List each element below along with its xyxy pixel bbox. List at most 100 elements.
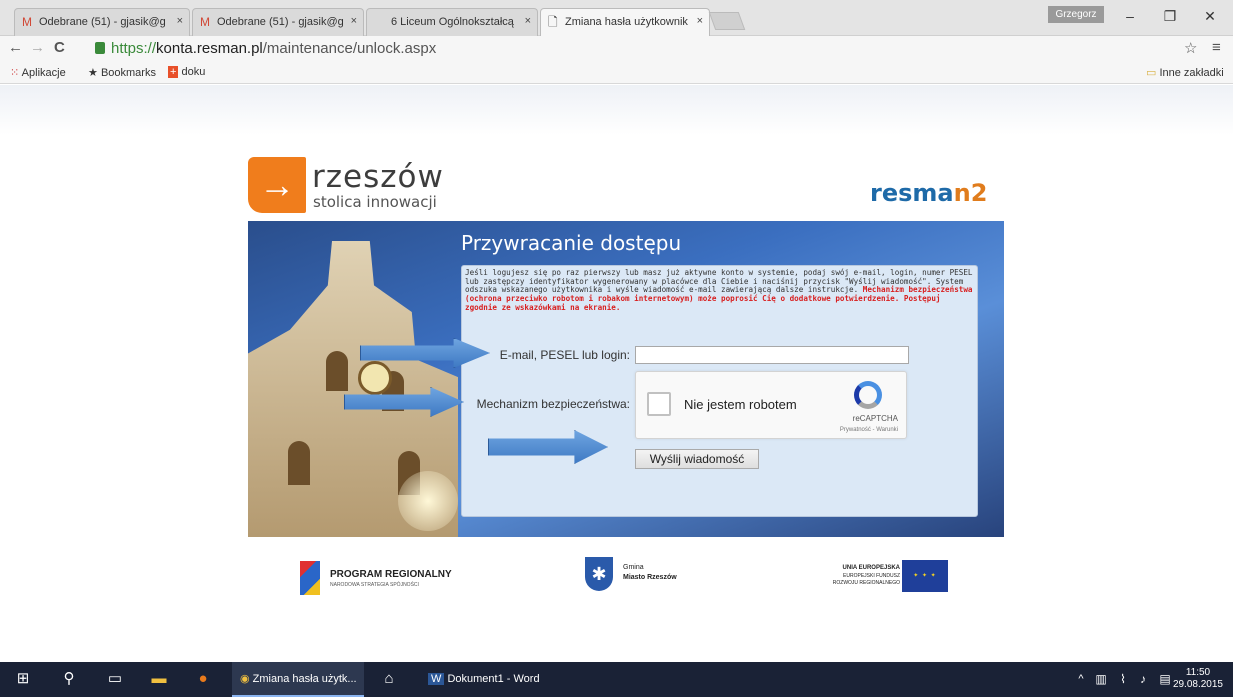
close-icon[interactable]: × [525, 15, 531, 27]
volume-icon[interactable]: ♪ [1134, 670, 1152, 688]
profile-badge[interactable]: Grzegorz [1048, 6, 1104, 23]
tab-liceum[interactable]: 6 Liceum Ogólnokształcą × [366, 8, 538, 36]
close-icon[interactable]: × [177, 15, 183, 27]
eu-flag-icon: ✦ ✦ ✦ [902, 560, 948, 592]
recaptcha-icon [854, 381, 882, 409]
tab-label: Odebrane (51) - gjasik@g [39, 16, 166, 28]
gmina-line1: Gmina [623, 564, 644, 571]
taskbar: ⊞ ⚲ ▭ ▬ ● ◉ Zmiana hasła użytk... ⌂ W Do… [0, 662, 1233, 697]
rzeszow-logo: → rzeszów stolica innowacji [248, 157, 468, 213]
rzeszow-logo-word: rzeszów [312, 159, 444, 195]
forward-icon[interactable]: → [30, 39, 45, 56]
windows-start-icon[interactable]: ⊞ [14, 670, 32, 688]
reload-icon[interactable]: C [54, 39, 65, 56]
eu-line1: UNIA EUROPEJSKA [842, 565, 900, 571]
gmail-icon: M [200, 15, 210, 29]
folder-icon: ▭ [1146, 67, 1157, 79]
taskbar-chrome-window[interactable]: ◉ Zmiana hasła użytk... [232, 662, 364, 697]
tab-label: Odebrane (51) - gjasik@g [217, 16, 344, 28]
browser-toolbar: ← → C https://konta.resman.pl/maintenanc… [0, 36, 1233, 62]
word-icon: W [428, 673, 445, 685]
page-icon: 🗋 [548, 15, 558, 29]
network-icon[interactable]: ▥ [1092, 670, 1110, 688]
clock[interactable]: 11:50 29.08.2015 [1173, 667, 1223, 691]
home-icon[interactable]: ⌂ [380, 670, 398, 688]
program-title: PROGRAM REGIONALNY [330, 569, 452, 580]
bookmark-doku[interactable]: + doku [168, 66, 205, 78]
file-explorer-icon[interactable]: ▬ [150, 670, 168, 688]
tab-gmail-2[interactable]: M Odebrane (51) - gjasik@g × [192, 8, 364, 36]
apps-grid-icon: ⁙ [10, 67, 20, 79]
security-label: Mechanizm bezpieczeństwa: [476, 397, 630, 411]
new-tab-button[interactable] [708, 12, 746, 30]
minimize-icon[interactable]: – [1120, 6, 1140, 26]
star-icon: ★ [88, 67, 98, 79]
browser-tabstrip: M Odebrane (51) - gjasik@g × M Odebrane … [0, 0, 1233, 36]
login-label: E-mail, PESEL lub login: [499, 348, 630, 362]
captcha-terms-link[interactable]: Prywatność - Warunki [840, 427, 898, 433]
firefox-icon[interactable]: ● [194, 670, 212, 688]
send-message-button[interactable]: Wyślij wiadomość [635, 449, 759, 469]
clock-date: 29.08.2015 [1172, 679, 1223, 690]
gmina-logo: ✱ Gmina Miasto Rzeszów [585, 557, 705, 597]
lamp-glow [398, 471, 458, 531]
taskbar-window-label: Zmiana hasła użytk... [252, 673, 357, 685]
search-icon[interactable]: ⚲ [60, 670, 78, 688]
shield-icon: ✱ [585, 557, 613, 591]
address-bar[interactable]: https://konta.resman.pl/maintenance/unlo… [95, 38, 1205, 60]
notifications-icon[interactable]: ▤ [1156, 670, 1174, 688]
rzeszow-logo-subtitle: stolica innowacji [313, 193, 437, 211]
gmina-line2: Miasto Rzeszów [623, 574, 677, 581]
resman-logo-accent: n2 [953, 179, 988, 207]
captcha-label: Nie jestem robotem [684, 397, 797, 412]
program-regionalny-logo: PROGRAM REGIONALNY NARODOWA STRATEGIA SP… [300, 557, 480, 597]
instructions-text: Jeśli logujesz się po raz pierwszy lub m… [465, 268, 977, 313]
resman-logo-text: resma [870, 179, 954, 207]
captcha-checkbox[interactable] [647, 392, 671, 416]
chrome-icon: ◉ [240, 673, 250, 685]
flag-icon [300, 561, 320, 595]
bookmark-bookmarks[interactable]: ★ Bookmarks [88, 66, 156, 79]
eu-line3: ROZWOJU REGIONALNEGO [832, 580, 900, 586]
page-header-band [0, 85, 1233, 135]
hero-banner: Przywracanie dostępu Jeśli logujesz się … [248, 221, 1004, 537]
chevron-up-icon[interactable]: ^ [1072, 670, 1090, 688]
page-title: Przywracanie dostępu [461, 231, 682, 255]
back-icon[interactable]: ← [8, 39, 23, 56]
bookmark-label: doku [181, 66, 206, 78]
url-path: /maintenance/unlock.aspx [262, 40, 437, 57]
tab-gmail-1[interactable]: M Odebrane (51) - gjasik@g × [14, 8, 190, 36]
eu-logo: UNIA EUROPEJSKA EUROPEJSKI FUNDUSZ ROZWO… [812, 557, 952, 597]
doku-icon: + [168, 66, 179, 78]
url-scheme: https:// [111, 40, 157, 57]
url-host: konta.resman.pl [156, 40, 263, 57]
clock-icon [358, 361, 392, 395]
close-icon[interactable]: × [697, 15, 703, 27]
clock-time: 11:50 [1185, 667, 1211, 678]
bookmarks-bar: ⁙ Aplikacje ★ Bookmarks + doku ▭ Inne za… [0, 62, 1233, 84]
tab-active[interactable]: 🗋 Zmiana hasła użytkownik × [540, 8, 710, 36]
captcha-brand: reCAPTCHA [852, 414, 898, 423]
login-input[interactable] [635, 346, 909, 364]
star-icon[interactable]: ☆ [1184, 39, 1197, 57]
bookmark-label: Inne zakładki [1159, 67, 1224, 79]
wifi-icon[interactable]: ⌇ [1114, 670, 1132, 688]
rzeszow-logo-icon: → [248, 157, 306, 213]
program-subtitle: NARODOWA STRATEGIA SPÓJNOŚCI [330, 582, 419, 588]
menu-icon[interactable]: ≡ [1212, 39, 1221, 56]
unlock-form: Jeśli logujesz się po raz pierwszy lub m… [461, 265, 978, 517]
close-icon[interactable]: × [351, 15, 357, 27]
gmail-icon: M [22, 15, 32, 29]
recaptcha-widget: Nie jestem robotem reCAPTCHA Prywatność … [635, 371, 907, 439]
taskbar-word-window[interactable]: W Dokument1 - Word [420, 662, 550, 697]
restore-icon[interactable]: ❐ [1160, 6, 1180, 26]
other-bookmarks[interactable]: ▭ Inne zakładki [1146, 66, 1224, 79]
page-icon [374, 16, 386, 28]
tab-label: 6 Liceum Ogólnokształcą [391, 16, 514, 28]
window-close-icon[interactable]: ✕ [1200, 6, 1220, 26]
page-content: → rzeszów stolica innowacji resman2 Przy… [0, 85, 1233, 662]
bookmark-apps[interactable]: ⁙ Aplikacje [10, 66, 66, 79]
bookmark-label: Bookmarks [100, 67, 156, 79]
bookmark-label: Aplikacje [21, 67, 66, 79]
task-view-icon[interactable]: ▭ [106, 670, 124, 688]
